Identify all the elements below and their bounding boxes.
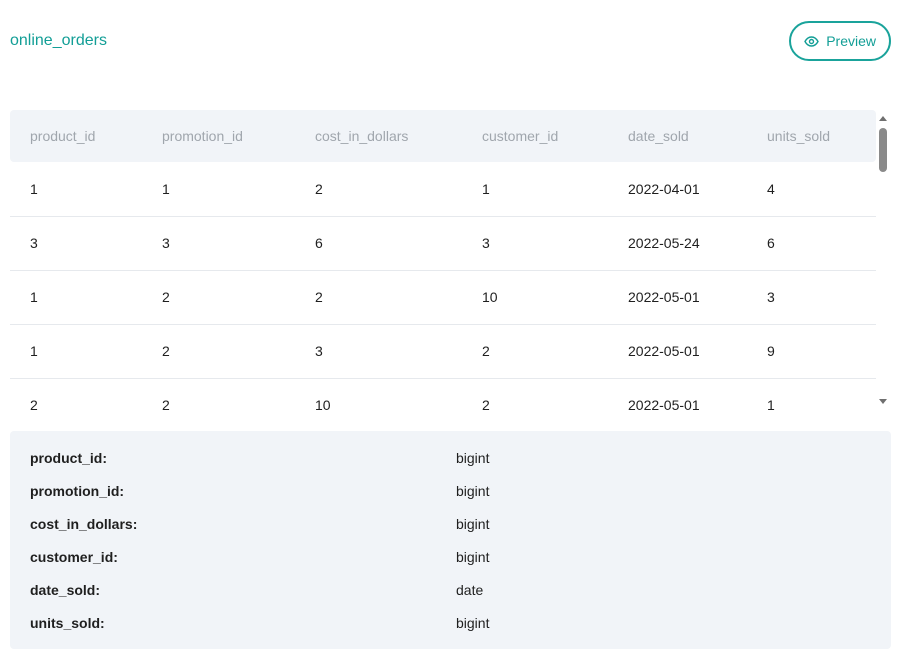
table-cell: 9 (747, 324, 876, 379)
scroll-down-arrow-icon[interactable] (879, 399, 887, 404)
table-cell: 10 (315, 397, 331, 410)
table-cell: 2022-05-24 (608, 216, 747, 271)
table-cell: 2 (482, 397, 490, 410)
header: online_orders Preview (10, 21, 891, 61)
table-cell: 2 (295, 162, 462, 217)
table-cell: 2022-04-01 (608, 162, 747, 217)
table-cell: 3 (295, 324, 462, 379)
table-cell: 3 (747, 270, 876, 325)
preview-button-label: Preview (826, 33, 876, 49)
schema-field-name: promotion_id: (30, 482, 125, 499)
table-cell: 3 (142, 216, 295, 271)
column-header-date-sold: date_sold (628, 128, 689, 144)
table-cell: 1 (10, 324, 142, 379)
schema-row: promotion_id: bigint (30, 474, 871, 507)
scrollbar-thumb[interactable] (879, 128, 887, 172)
schema-field-type: bigint (456, 515, 490, 532)
table-row: 1 2 2 10 2022-05-01 3 (10, 270, 876, 325)
table-cell: 1 (142, 162, 295, 217)
schema-field-name: customer_id: (30, 548, 118, 565)
table-cell: 1 (462, 162, 608, 217)
table-preview-page: online_orders Preview product_id promoti… (0, 0, 900, 659)
table-cell: 3 (462, 216, 608, 271)
table-cell: 2022-05-01 (608, 324, 747, 379)
table-cell: 3 (10, 216, 142, 271)
table-cell: 2 (30, 397, 38, 410)
table-cell: 2 (162, 397, 170, 410)
schema-row: cost_in_dollars: bigint (30, 507, 871, 540)
schema-field-type: date (456, 581, 484, 598)
table-cell: 2 (142, 324, 295, 379)
table-cell: 2022-05-01 (628, 397, 700, 410)
table-row: 1 1 2 1 2022-04-01 4 (10, 162, 876, 217)
table-row: 2 2 10 2 2022-05-01 1 (10, 378, 876, 410)
schema-field-type: bigint (456, 548, 490, 565)
eye-icon (804, 35, 819, 47)
table-cell: 2 (462, 324, 608, 379)
table-cell: 1 (767, 397, 775, 410)
schema-row: product_id: bigint (30, 441, 871, 474)
schema-row: date_sold: date (30, 573, 871, 606)
table-row: 3 3 6 3 2022-05-24 6 (10, 216, 876, 271)
schema-row: units_sold: bigint (30, 606, 871, 639)
schema-row: customer_id: bigint (30, 540, 871, 573)
table-cell: 2 (142, 270, 295, 325)
table-cell: 6 (295, 216, 462, 271)
table-header-row: product_id promotion_id cost_in_dollars … (10, 110, 876, 162)
data-table-container: product_id promotion_id cost_in_dollars … (10, 110, 876, 410)
schema-panel: product_id: bigint promotion_id: bigint … (10, 431, 891, 649)
schema-field-name: date_sold: (30, 581, 101, 598)
table-cell: 1 (10, 162, 142, 217)
table-cell: 2 (295, 270, 462, 325)
schema-field-name: units_sold: (30, 614, 105, 631)
schema-field-name: cost_in_dollars: (30, 515, 138, 532)
schema-field-type: bigint (456, 482, 490, 499)
table-name-title: online_orders (10, 32, 107, 49)
table-row: 1 2 3 2 2022-05-01 9 (10, 324, 876, 379)
schema-field-name: product_id: (30, 449, 107, 466)
column-header-units-sold: units_sold (767, 128, 831, 144)
column-header-customer-id: customer_id (482, 128, 559, 144)
column-header-promotion-id: promotion_id (162, 128, 243, 144)
data-table: product_id promotion_id cost_in_dollars … (10, 110, 876, 410)
table-scrollbar[interactable] (876, 112, 890, 408)
table-cell: 2022-05-01 (608, 270, 747, 325)
schema-field-type: bigint (456, 449, 490, 466)
table-cell: 10 (462, 270, 608, 325)
schema-field-type: bigint (456, 614, 490, 631)
scroll-up-arrow-icon[interactable] (879, 116, 887, 121)
table-cell: 4 (747, 162, 876, 217)
column-header-cost-in-dollars: cost_in_dollars (315, 128, 409, 144)
preview-button[interactable]: Preview (789, 21, 891, 61)
column-header-product-id: product_id (30, 128, 96, 144)
table-cell: 6 (747, 216, 876, 271)
table-cell: 1 (10, 270, 142, 325)
